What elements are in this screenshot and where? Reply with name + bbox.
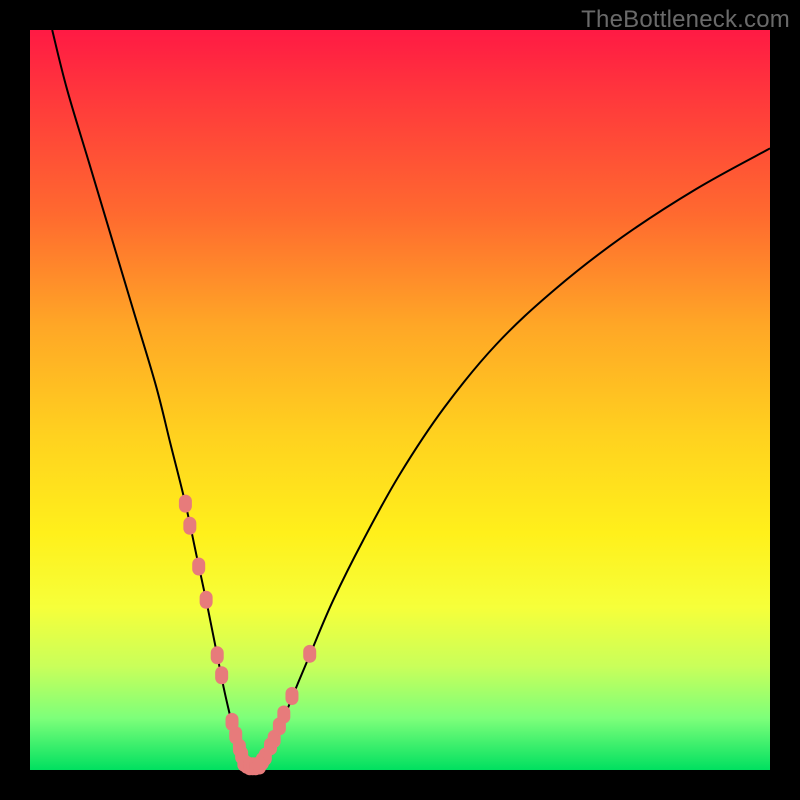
marker-markers-left (215, 666, 228, 684)
marker-markers-right (285, 687, 298, 705)
chart-svg (30, 30, 770, 770)
marker-markers-left (211, 646, 224, 664)
marker-markers-left (179, 495, 192, 513)
marker-markers-right (303, 645, 316, 663)
marker-markers-left (200, 591, 213, 609)
chart-frame: TheBottleneck.com (0, 0, 800, 800)
marker-markers-right (277, 706, 290, 724)
curve-right-curve (259, 148, 770, 766)
marker-markers-left (183, 517, 196, 535)
marker-markers-bottom (253, 757, 266, 775)
marker-markers-left (192, 558, 205, 576)
